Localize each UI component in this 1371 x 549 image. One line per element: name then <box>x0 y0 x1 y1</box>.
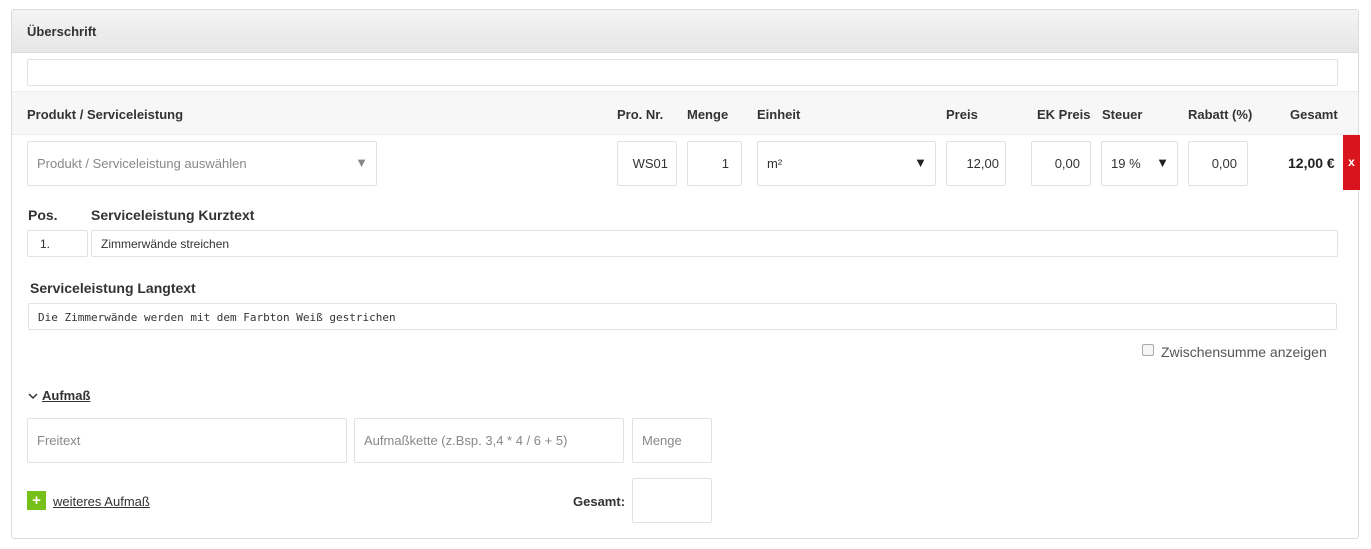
delete-row-button[interactable]: x <box>1343 135 1360 190</box>
aufmass-menge-input[interactable]: Menge <box>632 418 712 463</box>
col-preis: Preis <box>946 107 978 122</box>
pro-nr-value: WS01 <box>632 156 668 171</box>
kurztext-value: Zimmerwände streichen <box>101 237 230 251</box>
add-aufmass-icon-glyph: + <box>32 492 41 509</box>
pro-nr-field[interactable]: WS01 <box>617 141 677 186</box>
subtotal-checkbox[interactable] <box>1142 344 1154 356</box>
langtext-label: Serviceleistung Langtext <box>30 280 196 296</box>
plus-square-icon[interactable]: + <box>27 491 46 510</box>
langtext-value: Die Zimmerwände werden mit dem Farbton W… <box>38 311 396 324</box>
steuer-select[interactable]: 19 % ▼ <box>1101 141 1178 186</box>
pos-label: Pos. <box>28 207 58 223</box>
langtext-field[interactable]: Die Zimmerwände werden mit dem Farbton W… <box>28 303 1337 330</box>
preis-value: 12,00 <box>966 156 999 171</box>
triangle-down-icon: ▼ <box>914 155 927 170</box>
col-steuer: Steuer <box>1102 107 1143 122</box>
row-total: 12,00 € <box>1288 155 1335 171</box>
rabatt-value: 0,00 <box>1211 156 1237 171</box>
col-menge: Menge <box>687 107 729 122</box>
col-pro-nr: Pro. Nr. <box>617 107 664 122</box>
column-header-row: Produkt / Serviceleistung Pro. Nr. Menge… <box>12 91 1358 135</box>
menge-field[interactable]: 1 <box>687 141 742 186</box>
menge-value: 1 <box>721 156 729 171</box>
col-einheit: Einheit <box>757 107 801 122</box>
aufmasskette-placeholder: Aufmaßkette (z.Bsp. 3,4 * 4 / 6 + 5) <box>364 433 568 448</box>
col-gesamt: Gesamt <box>1290 107 1338 122</box>
product-select-placeholder: Produkt / Serviceleistung auswählen <box>37 156 247 171</box>
einheit-select[interactable]: m² ▼ <box>757 141 936 186</box>
aufmass-gesamt-label: Gesamt: <box>573 494 626 509</box>
panel-header: Überschrift <box>12 10 1358 53</box>
aufmass-toggle[interactable]: Aufmaß <box>42 388 90 403</box>
add-aufmass-link[interactable]: weiteres Aufmaß <box>53 494 150 509</box>
pos-field[interactable]: 1. <box>27 230 88 257</box>
aufmass-gesamt-field[interactable] <box>632 478 712 523</box>
rabatt-field[interactable]: 0,00 <box>1188 141 1248 186</box>
subtotal-label: Zwischensumme anzeigen <box>1161 344 1327 360</box>
aufmass-menge-placeholder: Menge <box>642 433 682 448</box>
aufmasskette-input[interactable]: Aufmaßkette (z.Bsp. 3,4 * 4 / 6 + 5) <box>354 418 624 463</box>
heading-input[interactable] <box>27 59 1338 86</box>
close-x-icon: x <box>1348 155 1355 169</box>
pos-value: 1. <box>40 237 51 251</box>
col-rabatt: Rabatt (%) <box>1188 107 1253 122</box>
product-select[interactable]: Produkt / Serviceleistung auswählen ▼ <box>27 141 377 186</box>
ek-preis-value: 0,00 <box>1054 156 1080 171</box>
col-ek-preis: EK Preis <box>1037 107 1091 122</box>
chevron-down-icon[interactable] <box>28 388 38 400</box>
kurztext-field[interactable]: Zimmerwände streichen <box>91 230 1338 257</box>
col-product: Produkt / Serviceleistung <box>27 107 184 122</box>
steuer-value: 19 % <box>1111 156 1141 171</box>
einheit-value: m² <box>767 156 783 171</box>
panel-title: Überschrift <box>27 24 97 39</box>
freitext-input[interactable]: Freitext <box>27 418 347 463</box>
preis-field[interactable]: 12,00 <box>946 141 1006 186</box>
kurztext-label: Serviceleistung Kurztext <box>91 207 255 223</box>
freitext-placeholder: Freitext <box>37 433 81 448</box>
triangle-down-icon: ▼ <box>355 155 368 170</box>
triangle-down-icon: ▼ <box>1156 155 1169 170</box>
ek-preis-field[interactable]: 0,00 <box>1031 141 1091 186</box>
position-panel: Überschrift Produkt / Serviceleistung Pr… <box>11 9 1360 539</box>
